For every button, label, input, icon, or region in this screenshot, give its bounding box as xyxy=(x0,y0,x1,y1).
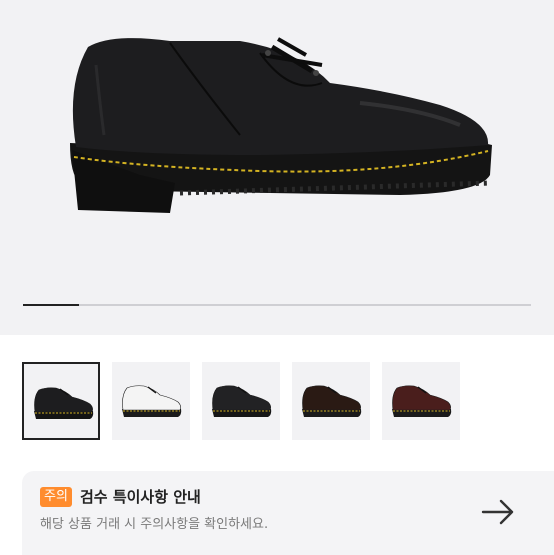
thumbnail-strip xyxy=(22,362,542,442)
carousel-progress-bar xyxy=(23,304,531,306)
thumbnail-black[interactable] xyxy=(22,362,100,440)
shoe-image xyxy=(70,37,492,213)
product-image-hero[interactable] xyxy=(0,0,554,335)
arrow-right-icon[interactable] xyxy=(480,494,516,530)
shoe-thumbnail-image xyxy=(392,385,452,417)
notice-subtitle: 해당 상품 거래 시 주의사항을 확인하세요. xyxy=(40,517,269,532)
thumbnail-oxblood[interactable] xyxy=(382,362,460,440)
inspection-notice-banner[interactable]: 주의 검수 특이사항 안내 해당 상품 거래 시 주의사항을 확인하세요. xyxy=(22,471,554,555)
shoe-thumbnail-image xyxy=(34,387,94,419)
shoe-thumbnail-image xyxy=(212,385,272,417)
caution-badge: 주의 xyxy=(40,487,72,507)
thumbnail-black-yellow[interactable] xyxy=(202,362,280,440)
notice-title: 검수 특이사항 안내 xyxy=(80,488,201,506)
shoe-thumbnail-image xyxy=(122,385,182,417)
carousel-progress-fill xyxy=(23,304,79,306)
thumbnail-white[interactable] xyxy=(112,362,190,440)
shoe-thumbnail-image xyxy=(302,385,362,417)
thumbnail-cherry[interactable] xyxy=(292,362,370,440)
